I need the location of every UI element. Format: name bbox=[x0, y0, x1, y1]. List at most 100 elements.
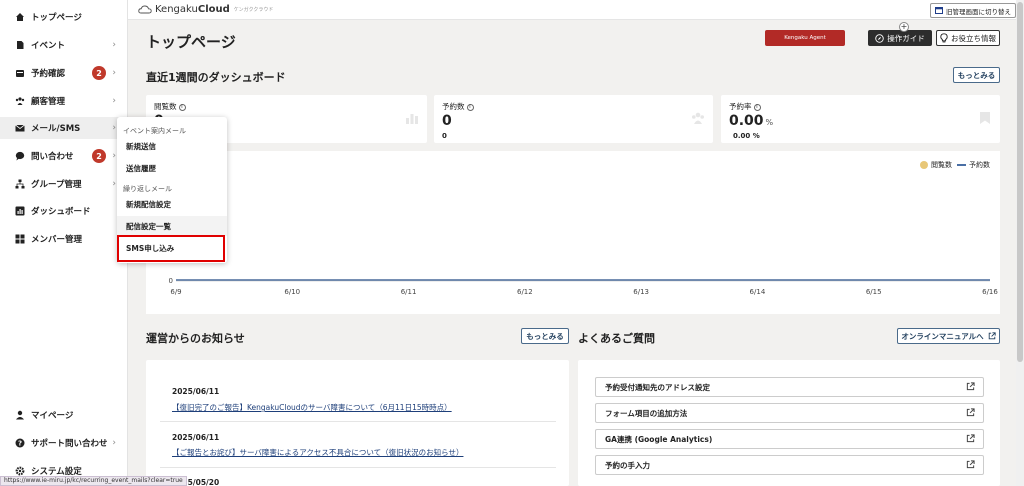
faq-item[interactable]: 予約の手入力 bbox=[595, 455, 984, 475]
news-link[interactable]: 【ご報告とお詫び】サーバ障害によるアクセス不具合について（復旧状況のお知らせ） bbox=[172, 447, 463, 458]
help-icon: ? bbox=[14, 438, 25, 449]
faq-item[interactable]: フォーム項目の追加方法 bbox=[595, 403, 984, 423]
info-icon[interactable]: i bbox=[466, 103, 474, 111]
sms-apply-highlight bbox=[117, 235, 225, 262]
faq-item-label: フォーム項目の追加方法 bbox=[605, 408, 688, 418]
user-icon bbox=[14, 410, 25, 421]
stat-label: 予約数 i bbox=[442, 101, 474, 112]
svg-text:?: ? bbox=[17, 440, 21, 448]
news-link[interactable]: 【復旧完了のご報告】KengakuCloudのサーバ障害について（6月11日15… bbox=[172, 402, 452, 413]
stat-sub-value: 0 bbox=[442, 132, 447, 140]
notification-badge: 2 bbox=[92, 66, 106, 80]
switch-old-admin-label: 旧管理画面に切り替え bbox=[946, 7, 1011, 16]
chevron-right-icon: › bbox=[112, 151, 116, 161]
sidebar-item-label: マイページ bbox=[31, 411, 74, 421]
info-icon[interactable]: i bbox=[753, 103, 761, 111]
sidebar-item-label: 顧客管理 bbox=[31, 97, 66, 107]
sidebar-item-reservations[interactable]: 予約確認 2 › bbox=[0, 62, 128, 84]
external-link-icon bbox=[966, 408, 975, 417]
chart-icon bbox=[14, 206, 25, 217]
faq-item-label: 予約受付通知先のアドレス設定 bbox=[605, 382, 710, 392]
info-icon[interactable]: i bbox=[178, 103, 186, 111]
brand-name: KengakuCloud bbox=[155, 4, 230, 15]
operation-guide-label: 操作ガイド bbox=[887, 33, 925, 43]
stat-value: 0.00% bbox=[729, 113, 774, 129]
sidebar-item-mypage[interactable]: マイページ bbox=[0, 404, 128, 426]
brand-tag: ケンガククラウド bbox=[233, 7, 274, 13]
submenu-item-schedule-list[interactable]: 配信設定一覧 bbox=[117, 216, 227, 236]
sidebar-item-top[interactable]: トップページ bbox=[0, 6, 128, 28]
dashboard-more-button[interactable]: もっとみる bbox=[953, 67, 1000, 83]
external-link-icon bbox=[966, 382, 975, 391]
sidebar-item-members[interactable]: メンバー管理 bbox=[0, 228, 128, 250]
sidebar-item-customers[interactable]: 顧客管理 › bbox=[0, 90, 128, 112]
chevron-right-icon: › bbox=[112, 96, 116, 106]
switch-old-admin-button[interactable]: 旧管理画面に切り替え bbox=[930, 3, 1016, 18]
top-header: KengakuCloud ケンガククラウド 旧管理画面に切り替え bbox=[128, 0, 1024, 20]
news-more-button[interactable]: もっとみる bbox=[521, 328, 569, 344]
calendar-icon bbox=[14, 68, 25, 79]
cloud-icon bbox=[138, 5, 152, 14]
bookmark-icon bbox=[980, 112, 990, 124]
sidebar-item-label: イベント bbox=[31, 41, 66, 51]
x-tick-label: 6/14 bbox=[750, 288, 766, 296]
faq-item[interactable]: GA連携 (Google Analytics) bbox=[595, 429, 984, 449]
chevron-right-icon: › bbox=[112, 40, 116, 50]
online-manual-button[interactable]: オンラインマニュアルへ bbox=[897, 328, 1000, 344]
users-icon bbox=[14, 96, 25, 107]
sidebar-item-event[interactable]: イベント › bbox=[0, 34, 128, 56]
scrollbar-thumb[interactable] bbox=[1017, 2, 1023, 362]
scrollbar[interactable] bbox=[1016, 0, 1024, 486]
chevron-right-icon: › bbox=[112, 68, 116, 78]
chart-plot: 0 6/9 6/10 6/11 6/12 6/13 6/14 6/15 6/16 bbox=[169, 277, 999, 296]
faq-item[interactable]: 予約受付通知先のアドレス設定 bbox=[595, 377, 984, 397]
plus-icon[interactable]: + bbox=[899, 22, 909, 32]
page-title: トップページ bbox=[146, 33, 236, 51]
sidebar: トップページ イベント › 予約確認 2 › 顧客管理 › メール/SMS › … bbox=[0, 0, 128, 486]
submenu-item-new-schedule[interactable]: 新規配信設定 bbox=[117, 194, 227, 214]
submenu-group-label: イベント案内メール bbox=[123, 127, 186, 135]
status-bar-url: https://www.ie-miru.jp/kc/recurring_even… bbox=[0, 476, 187, 486]
sidebar-item-dashboard[interactable]: ダッシュボード bbox=[0, 200, 128, 222]
faq-item-label: 予約の手入力 bbox=[605, 460, 650, 470]
useful-info-label: お役立ち情報 bbox=[951, 33, 996, 43]
submenu-group-label: 繰り返しメール bbox=[123, 185, 172, 193]
news-title: 運営からのお知らせ bbox=[146, 332, 245, 345]
useful-info-button[interactable]: お役立ち情報 bbox=[936, 30, 1000, 46]
external-link-icon bbox=[988, 332, 996, 340]
compass-icon bbox=[875, 33, 884, 43]
sidebar-item-groups[interactable]: グループ管理 › bbox=[0, 173, 128, 195]
chevron-right-icon: › bbox=[112, 179, 116, 189]
news-date: 2025/06/11 bbox=[172, 387, 220, 396]
operation-guide-button[interactable]: 操作ガイド bbox=[868, 30, 932, 46]
mail-icon bbox=[14, 123, 25, 134]
divider bbox=[160, 421, 556, 422]
x-tick-label: 6/12 bbox=[517, 288, 533, 296]
stat-card-reservation-rate: 予約率 i 0.00% 0.00 % bbox=[721, 95, 1000, 143]
more-label: もっとみる bbox=[957, 70, 996, 80]
submenu-item-label: 新規配信設定 bbox=[126, 199, 171, 209]
chevron-right-icon: › bbox=[112, 123, 116, 133]
sidebar-item-inquiries[interactable]: 問い合わせ 2 › bbox=[0, 145, 128, 167]
gear-icon bbox=[14, 466, 25, 477]
submenu-item-new-send[interactable]: 新規送信 bbox=[117, 136, 227, 156]
dashboard-title: 直近1週間のダッシュボード bbox=[146, 71, 286, 84]
faq-title: よくあるご質問 bbox=[578, 332, 655, 345]
sidebar-item-mail-sms[interactable]: メール/SMS › bbox=[0, 117, 128, 139]
sidebar-item-label: グループ管理 bbox=[31, 180, 82, 190]
x-tick-label: 6/15 bbox=[866, 288, 882, 296]
sidebar-item-label: 予約確認 bbox=[31, 69, 66, 79]
logo[interactable]: KengakuCloud ケンガククラウド bbox=[138, 4, 273, 15]
lightbulb-icon bbox=[940, 33, 948, 43]
home-icon bbox=[14, 12, 25, 23]
kengaku-agent-button[interactable]: Kengaku Agent bbox=[765, 30, 845, 46]
stat-label: 予約率 i bbox=[729, 101, 761, 112]
sidebar-item-label: ダッシュボード bbox=[31, 207, 91, 217]
users-icon bbox=[692, 112, 704, 124]
more-label: もっとみる bbox=[526, 331, 564, 341]
document-icon bbox=[14, 40, 25, 51]
sidebar-item-support[interactable]: ? サポート問い合わせ › bbox=[0, 432, 128, 454]
sidebar-item-label: メンバー管理 bbox=[31, 235, 83, 245]
submenu-item-send-history[interactable]: 送信履歴 bbox=[117, 158, 227, 178]
sidebar-item-label: 問い合わせ bbox=[31, 152, 74, 162]
